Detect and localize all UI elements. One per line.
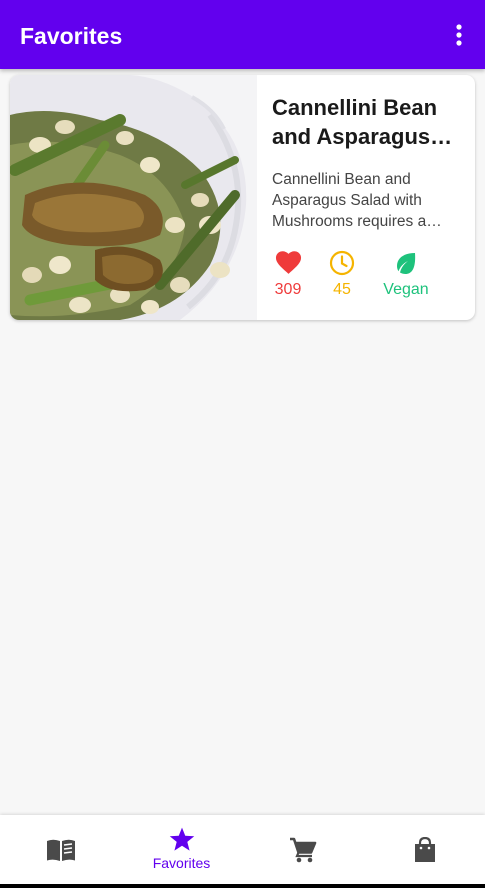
likes-count: 309 bbox=[274, 281, 302, 298]
top-app-bar: Favorites bbox=[0, 0, 485, 69]
shopping-bag-icon bbox=[414, 836, 435, 862]
heart-icon bbox=[275, 251, 301, 274]
time-stat: 45 bbox=[328, 249, 356, 301]
diet-label: Vegan bbox=[383, 281, 429, 298]
recipe-card[interactable]: Cannellini Bean and Asparagus… Cannellin… bbox=[10, 75, 475, 320]
page-title: Favorites bbox=[20, 23, 123, 49]
system-nav-edge bbox=[0, 884, 485, 888]
nav-favorites[interactable]: Favorites bbox=[121, 815, 242, 884]
likes-stat: 309 bbox=[272, 249, 304, 301]
clock-icon bbox=[329, 250, 355, 276]
recipe-info: Cannellini Bean and Asparagus… Cannellin… bbox=[272, 93, 464, 232]
nav-favorites-label: Favorites bbox=[152, 855, 211, 871]
star-icon bbox=[169, 827, 194, 851]
leaf-icon bbox=[397, 253, 416, 274]
more-options-button[interactable] bbox=[447, 20, 471, 50]
nav-cart[interactable] bbox=[242, 815, 363, 884]
minutes-value: 45 bbox=[333, 281, 351, 298]
recipe-description: Cannellini Bean and Asparagus Salad with… bbox=[272, 171, 442, 230]
menu-book-icon bbox=[46, 839, 75, 861]
nav-recipes[interactable] bbox=[0, 815, 121, 884]
app-screen: Favorites Cannellini Bean and Asparagus…… bbox=[0, 0, 485, 888]
bottom-navigation: Favorites bbox=[0, 815, 485, 884]
cart-icon bbox=[289, 837, 316, 862]
recipe-photo bbox=[10, 75, 257, 320]
nav-shopping-bag[interactable] bbox=[364, 815, 485, 884]
vegan-stat: Vegan bbox=[380, 249, 432, 301]
more-vert-icon bbox=[456, 24, 462, 46]
recipe-stats: 309 45 Vegan bbox=[272, 249, 472, 299]
recipe-title: Cannellini Bean and Asparagus… bbox=[272, 95, 453, 149]
